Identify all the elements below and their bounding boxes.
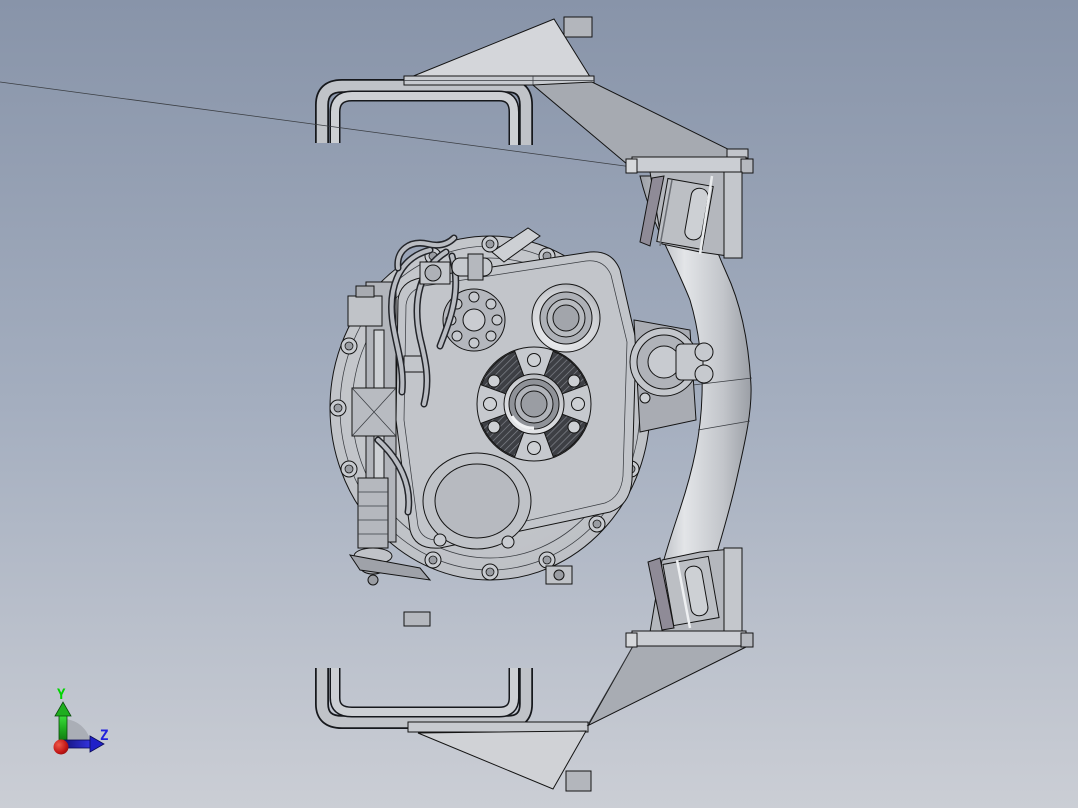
central-hub[interactable] <box>476 346 592 462</box>
bottom-tab <box>545 565 573 585</box>
boss-top-right <box>531 283 601 353</box>
y-axis-label: Y <box>57 687 66 703</box>
x-axis-origin-ball <box>53 739 69 755</box>
lower-cover <box>422 452 532 550</box>
z-axis-label: Z <box>100 728 108 744</box>
cad-viewport[interactable]: Y Z <box>0 0 1078 808</box>
